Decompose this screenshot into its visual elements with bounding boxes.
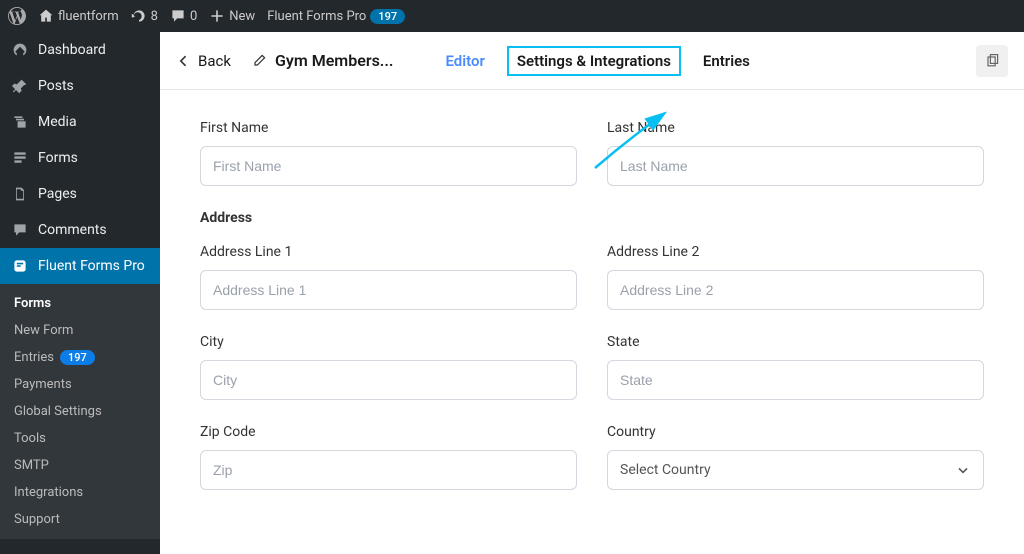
back-label: Back: [198, 52, 231, 70]
sub-smtp[interactable]: SMTP: [0, 452, 160, 479]
city-label: City: [200, 334, 577, 350]
line1-label: Address Line 1: [200, 244, 577, 260]
first-name-input[interactable]: [200, 146, 577, 186]
pencil-icon: [251, 53, 267, 69]
country-label: Country: [607, 424, 984, 440]
sub-entries[interactable]: Entries197: [0, 344, 160, 371]
zip-input[interactable]: [200, 450, 577, 490]
home-icon: [38, 8, 54, 24]
refresh-icon: [131, 8, 147, 24]
wp-admin-bar: fluentform 8 0 New Fluent Forms Pro 197: [0, 0, 1024, 32]
sub-tools[interactable]: Tools: [0, 425, 160, 452]
ff-label: Fluent Forms Pro: [267, 9, 366, 24]
menu-forms[interactable]: Forms: [0, 140, 160, 176]
back-button[interactable]: Back: [176, 52, 231, 70]
plus-icon: [209, 8, 225, 24]
tab-entries[interactable]: Entries: [701, 46, 752, 76]
fluent-submenu: Forms New Form Entries197 Payments Globa…: [0, 284, 160, 539]
comment-icon: [10, 220, 30, 240]
country-value: Select Country: [620, 462, 711, 478]
menu-label: Media: [38, 114, 77, 130]
tab-editor[interactable]: Editor: [443, 46, 486, 76]
sub-integrations[interactable]: Integrations: [0, 479, 160, 506]
pin-icon: [10, 76, 30, 96]
new-label: New: [229, 9, 255, 24]
comment-icon: [170, 8, 186, 24]
updates-count: 8: [151, 9, 158, 24]
wp-logo[interactable]: [8, 7, 26, 25]
state-label: State: [607, 334, 984, 350]
editor-top-bar: Back Gym Members... Editor Settings & In…: [160, 32, 1024, 90]
sub-forms[interactable]: Forms: [0, 290, 160, 317]
form-preview: First Name Last Name Address Address Lin…: [160, 90, 1024, 554]
menu-label: Pages: [38, 186, 77, 202]
menu-posts[interactable]: Posts: [0, 68, 160, 104]
line2-input[interactable]: [607, 270, 984, 310]
tab-settings[interactable]: Settings & Integrations: [507, 46, 681, 76]
last-name-input[interactable]: [607, 146, 984, 186]
ff-badge: 197: [370, 9, 405, 24]
state-input[interactable]: [607, 360, 984, 400]
menu-fluent-forms[interactable]: Fluent Forms Pro: [0, 248, 160, 284]
menu-pages[interactable]: Pages: [0, 176, 160, 212]
city-input[interactable]: [200, 360, 577, 400]
fluent-icon: [10, 256, 30, 276]
admin-sidebar: Dashboard Posts Media Forms Pages Commen…: [0, 32, 160, 554]
menu-label: Dashboard: [38, 42, 106, 58]
menu-label: Fluent Forms Pro: [38, 258, 145, 274]
menu-media[interactable]: Media: [0, 104, 160, 140]
arrow-left-icon: [176, 53, 192, 69]
menu-label: Comments: [38, 222, 107, 238]
copy-icon: [984, 53, 1000, 69]
line2-label: Address Line 2: [607, 244, 984, 260]
site-name: fluentform: [58, 9, 119, 24]
forms-icon: [10, 148, 30, 168]
comments-count: 0: [190, 9, 197, 24]
entries-badge: 197: [60, 350, 95, 365]
last-name-label: Last Name: [607, 120, 984, 136]
new-link[interactable]: New: [209, 8, 255, 24]
fluent-forms-bar-link[interactable]: Fluent Forms Pro 197: [267, 9, 405, 24]
menu-dashboard[interactable]: Dashboard: [0, 32, 160, 68]
sub-support[interactable]: Support: [0, 506, 160, 533]
editor-tabs: Editor Settings & Integrations Entries: [443, 46, 956, 76]
form-name: Gym Members...: [275, 51, 393, 70]
sub-payments[interactable]: Payments: [0, 371, 160, 398]
line1-input[interactable]: [200, 270, 577, 310]
page-icon: [10, 184, 30, 204]
shortcode-button[interactable]: [976, 45, 1008, 77]
zip-label: Zip Code: [200, 424, 577, 440]
main-content: Back Gym Members... Editor Settings & In…: [160, 32, 1024, 554]
sub-new-form[interactable]: New Form: [0, 317, 160, 344]
country-select[interactable]: Select Country: [607, 450, 984, 490]
menu-comments[interactable]: Comments: [0, 212, 160, 248]
menu-label: Forms: [38, 150, 78, 166]
menu-label: Posts: [38, 78, 74, 94]
updates-link[interactable]: 8: [131, 8, 158, 24]
address-section-title: Address: [200, 210, 984, 226]
first-name-label: First Name: [200, 120, 577, 136]
chevron-down-icon: [955, 462, 971, 478]
comments-link[interactable]: 0: [170, 8, 197, 24]
sub-global-settings[interactable]: Global Settings: [0, 398, 160, 425]
site-name-link[interactable]: fluentform: [38, 8, 119, 24]
media-icon: [10, 112, 30, 132]
form-name-edit[interactable]: Gym Members...: [251, 51, 393, 70]
dashboard-icon: [10, 40, 30, 60]
